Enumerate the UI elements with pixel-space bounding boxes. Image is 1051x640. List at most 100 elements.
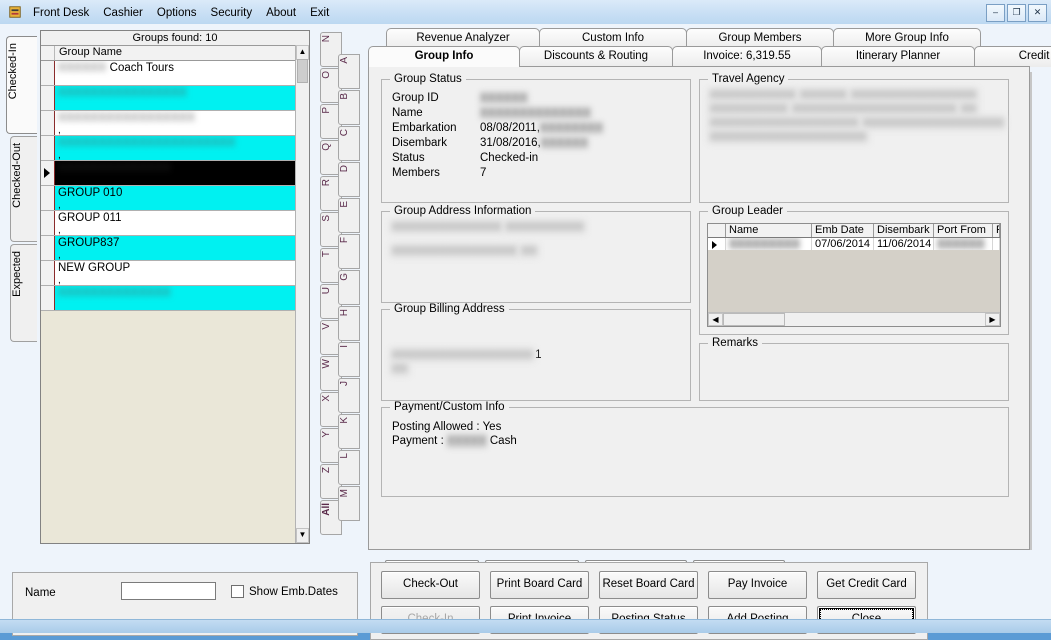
group-billing-content: XXXXXXXXXXXXXXXXXX 1 XX — [390, 348, 541, 376]
pay-invoice-button[interactable]: Pay Invoice — [708, 571, 807, 599]
group-leader-hscrollbar[interactable]: ◀ ▶ — [708, 312, 1000, 326]
alpha-filter-a[interactable]: A — [338, 54, 360, 89]
alpha-filter-e[interactable]: E — [338, 198, 360, 233]
travel-agency-content: XXXXXXXXXXX XXXXXX XXXXXXXXXXXXXXXXXXXXXXX… — [708, 88, 1008, 144]
group-name-cell: XXXXXX Coach Tours — [55, 61, 309, 85]
get-credit-card-button[interactable]: Get Credit Card — [817, 571, 916, 599]
menu-cashier[interactable]: Cashier — [96, 5, 150, 21]
column-header-emb-date[interactable]: Emb Date — [812, 224, 874, 237]
menu-security[interactable]: Security — [204, 5, 260, 21]
group-name-cell: XXXXXXXXXXXXXXXXX, — [55, 111, 309, 135]
group-leader-legend: Group Leader — [708, 205, 787, 217]
checkbox-icon[interactable] — [231, 585, 244, 598]
redacted-text: XXXXXXXXXXXXXXXXXXXXXX — [58, 137, 236, 149]
group-name-text: NEW GROUP — [58, 262, 131, 274]
column-header-port-from[interactable]: Port From — [934, 224, 993, 237]
scrollbar-thumb[interactable] — [297, 59, 308, 83]
alpha-filter-k[interactable]: K — [338, 414, 360, 449]
redacted-text: XXXXXXXXXXXXXX — [58, 162, 171, 174]
sidebar-tab-expected[interactable]: Expected — [10, 244, 37, 342]
search-input[interactable] — [121, 582, 216, 600]
alpha-filter-i[interactable]: I — [338, 342, 360, 377]
column-header-po[interactable]: Po — [993, 224, 1000, 237]
tab-discounts-routing[interactable]: Discounts & Routing — [519, 46, 673, 67]
alpha-filter-g[interactable]: G — [338, 270, 360, 305]
alpha-filter-m[interactable]: M — [338, 486, 360, 521]
alpha-filter-b[interactable]: B — [338, 90, 360, 125]
tab-credit-cards[interactable]: Credit Cards — [974, 46, 1051, 67]
row-indicator — [41, 211, 55, 235]
alpha-filter-label: A — [339, 57, 350, 64]
group-info-panel: Group Status Group ID XXXXXX Name XXXXXXXXX… — [368, 66, 1030, 604]
show-emb-dates-checkbox[interactable]: Show Emb.Dates — [231, 585, 338, 598]
minimize-icon[interactable]: – — [986, 4, 1005, 22]
alpha-filter-label: L — [339, 453, 350, 459]
scroll-left-icon[interactable]: ◀ — [708, 313, 723, 326]
payment-custom-box: Payment/Custom Info Posting Allowed : Ye… — [381, 401, 1009, 497]
alpha-filter-c[interactable]: C — [338, 126, 360, 161]
reset-board-card-button[interactable]: Reset Board Card — [599, 571, 698, 599]
action-row-1: Check-Out Print Board Card Reset Board Car… — [381, 571, 916, 599]
tab-invoice-6-319-55[interactable]: Invoice: 6,319.55 — [672, 46, 822, 67]
menu-options[interactable]: Options — [150, 5, 204, 21]
alpha-filter-l[interactable]: L — [338, 450, 360, 485]
group-list-scrollbar[interactable]: ▲ ▼ — [295, 45, 309, 543]
check-out-button[interactable]: Check-Out — [381, 571, 480, 599]
alpha-filter-d[interactable]: D — [338, 162, 360, 197]
row-indicator — [41, 61, 55, 85]
group-name-text: GROUP 010 — [58, 187, 123, 199]
close-icon[interactable]: ✕ — [1028, 4, 1047, 22]
alpha-filter-h[interactable]: H — [338, 306, 360, 341]
group-address-line: XXXXXXXXXXXXXX — [390, 220, 504, 234]
tab-label: Revenue Analyzer — [416, 32, 510, 44]
alpha-filter-label: Q — [321, 143, 332, 151]
menu-exit[interactable]: Exit — [303, 5, 336, 21]
table-row[interactable]: XXXXXXXXXXXXXX — [41, 286, 309, 311]
scroll-right-icon[interactable]: ▶ — [985, 313, 1000, 326]
table-row[interactable]: GROUP 010, — [41, 186, 309, 211]
group-name-text: GROUP837 — [58, 237, 120, 249]
menu-about[interactable]: About — [259, 5, 303, 21]
redacted-value: XXXXXXXX — [539, 122, 604, 134]
table-row[interactable]: XXXXXX Coach Tours — [41, 61, 309, 86]
alpha-filter-f[interactable]: F — [338, 234, 360, 269]
table-row[interactable]: GROUP 011, — [41, 211, 309, 236]
table-row[interactable]: GROUP837, — [41, 236, 309, 261]
print-board-card-button[interactable]: Print Board Card — [490, 571, 589, 599]
alpha-filter-j[interactable]: J — [338, 378, 360, 413]
column-header-name[interactable]: Name — [726, 224, 812, 237]
tab-label: Group Info — [414, 50, 474, 62]
tab-label: Group Members — [718, 32, 802, 44]
status-field-value: XXXXXXXXXXXXXX — [480, 107, 603, 120]
group-status-legend: Group Status — [390, 73, 466, 85]
travel-agency-line: XX — [958, 102, 979, 116]
tab-itinerary-planner[interactable]: Itinerary Planner — [821, 46, 975, 67]
tab-group-info[interactable]: Group Info — [368, 46, 520, 67]
hscrollbar-thumb[interactable] — [723, 313, 785, 326]
alpha-filter-label: E — [339, 201, 350, 208]
restore-icon[interactable]: ❐ — [1007, 4, 1026, 22]
table-row[interactable]: XXXXXXXXXXXXXXXXX, — [41, 111, 309, 136]
menu-front-desk[interactable]: Front Desk — [26, 5, 96, 21]
table-row[interactable]: XXXXXXXXXXXXXX — [41, 161, 309, 186]
status-field-label: Embarkation — [392, 122, 457, 134]
alpha-filter-label: H — [339, 309, 350, 317]
alpha-filter-label: W — [321, 359, 332, 369]
group-leader-grid[interactable]: NameEmb DateDisembarkPort FromPo XXXXXXX… — [707, 223, 1001, 327]
group-sub-text — [58, 75, 309, 85]
client-area: Checked-In Checked-Out Expected Groups f… — [0, 24, 1051, 640]
sidebar-tab-checked-in[interactable]: Checked-In — [6, 36, 37, 134]
scroll-down-icon[interactable]: ▼ — [296, 528, 309, 543]
sidebar-tab-checked-out[interactable]: Checked-Out — [10, 136, 37, 242]
alpha-filter-label: C — [339, 129, 350, 137]
status-field-row: Name XXXXXXXXXXXXXX — [392, 107, 603, 120]
payment-value-redacted: XXXXX — [446, 434, 487, 448]
column-header-disembark[interactable]: Disembark — [874, 224, 934, 237]
payment-custom-legend: Payment/Custom Info — [390, 401, 509, 413]
table-row[interactable]: NEW GROUP, — [41, 261, 309, 286]
tab-label: Itinerary Planner — [855, 50, 941, 62]
table-row[interactable]: XXXXXXXXXXXXXXXX — [41, 86, 309, 111]
group-name-text: GROUP 011 — [58, 212, 122, 224]
table-row[interactable]: XXXXXXXXXXXXXXXXXXXXXX, — [41, 136, 309, 161]
scroll-up-icon[interactable]: ▲ — [296, 45, 309, 60]
